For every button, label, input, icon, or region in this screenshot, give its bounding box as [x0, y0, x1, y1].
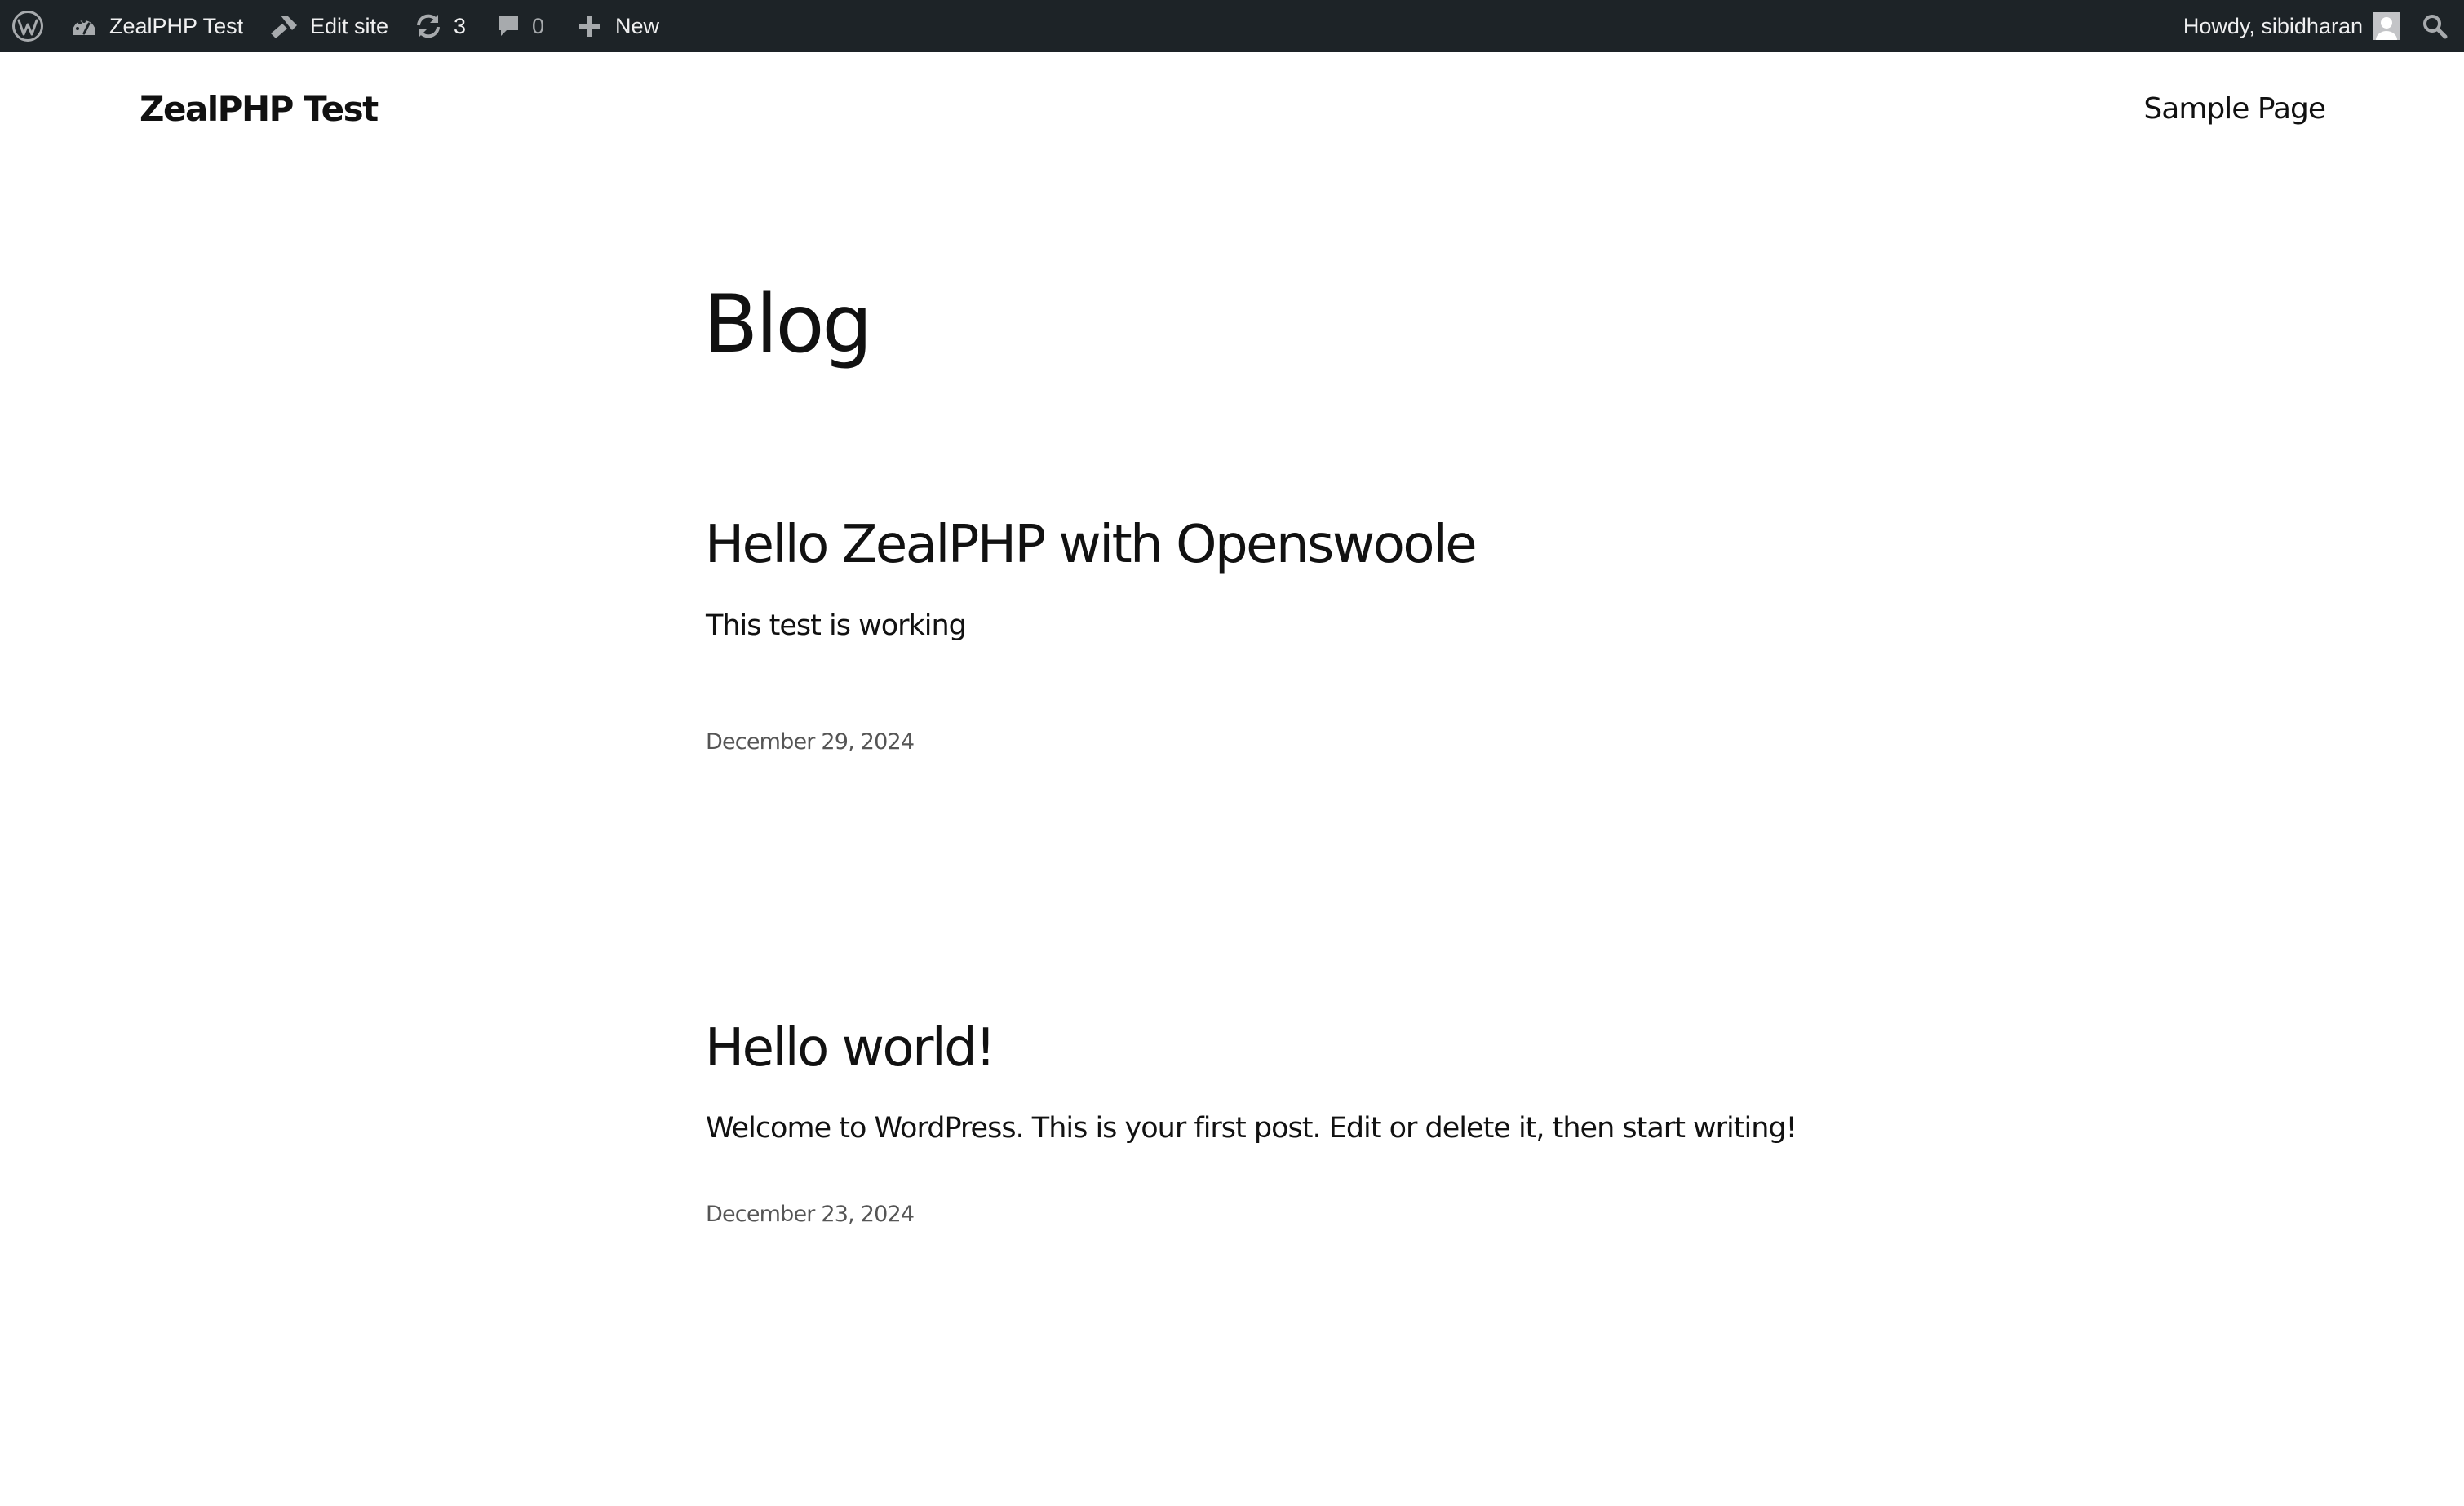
site-name-label: ZealPHP Test [109, 13, 244, 38]
site-name-link[interactable]: ZealPHP Test [70, 0, 243, 52]
post-title-link[interactable]: Hello ZealPHP with Openswoole [705, 512, 1478, 578]
updates-count: 3 [454, 13, 467, 38]
search-icon [2421, 12, 2448, 40]
wordpress-menu[interactable] [8, 0, 47, 52]
admin-bar: ZealPHP Test Edit site 3 0 New Howdy, si… [0, 0, 2464, 52]
post-title-link[interactable]: Hello world! [705, 1016, 996, 1081]
post-date[interactable]: December 23, 2024 [706, 1198, 915, 1231]
edit-site-link[interactable]: Edit site [269, 0, 388, 52]
avatar [2373, 12, 2400, 40]
site-title-link[interactable]: ZealPHP Test [140, 85, 379, 134]
nav-link-sample-page[interactable]: Sample Page [2143, 85, 2326, 134]
dashboard-icon [70, 12, 98, 40]
account-greeting: Howdy, sibidharan [2183, 13, 2363, 38]
edit-site-label: Edit site [310, 13, 389, 38]
comment-bubble-icon [496, 13, 521, 39]
new-label: New [615, 13, 660, 38]
post-excerpt: Welcome to WordPress. This is your first… [706, 1112, 1797, 1145]
new-content-link[interactable]: New [578, 0, 659, 52]
updates-link[interactable]: 3 [414, 0, 466, 52]
plus-icon [578, 14, 602, 38]
refresh-icon [414, 12, 442, 40]
brush-icon [269, 12, 299, 40]
wordpress-logo-icon [11, 10, 44, 42]
page-title: Blog [703, 278, 873, 371]
my-account-link[interactable]: Howdy, sibidharan [2183, 0, 2400, 52]
post-date[interactable]: December 29, 2024 [706, 726, 915, 759]
post-excerpt: This test is working [706, 609, 967, 642]
comments-count: 0 [532, 13, 545, 38]
comments-link[interactable]: 0 [496, 0, 544, 52]
admin-search-button[interactable] [2415, 0, 2454, 52]
